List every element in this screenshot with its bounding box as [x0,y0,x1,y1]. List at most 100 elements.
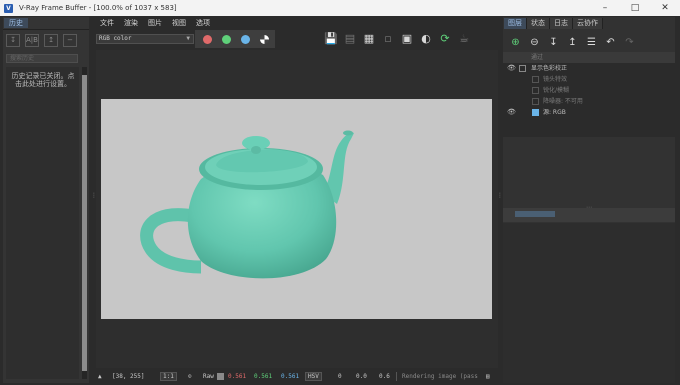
create-layer-icon[interactable]: ⊕ [509,36,522,49]
layer-toggle[interactable] [532,109,539,116]
menu-bar: 文件 渲染 图片 视图 选项 [94,17,499,29]
list-icon[interactable]: ☰ [585,36,598,49]
history-panel: 历史 ↧ A|B ↥ − 搜索历史 历史记录已关闭。点击此处进行设置。 [3,17,89,383]
status-bar: ▲ [38, 255] 1:1 ⊙ Raw 0.561 0.561 0.561 … [94,370,504,383]
render-status: Rendering image (pass [402,373,478,380]
layer-label: 镜头特效 [543,76,568,83]
color-channel-buttons [195,30,275,48]
layer-toggle[interactable] [532,87,539,94]
refresh-icon[interactable]: ⟳ [438,32,452,46]
history-list [6,67,79,379]
clear-icon[interactable]: ▤ [343,32,357,46]
divider [396,372,397,381]
blue-channel-button[interactable] [241,34,250,44]
render-toolbar-icons: 💾 ▤ ▦ ▫ ▣ ◐ ⟳ ☕ [324,32,471,46]
load-layer-icon[interactable]: ↥ [566,36,579,49]
window-title: V-Ray Frame Buffer - [100.0% of 1037 x 5… [19,4,177,12]
load-history-icon[interactable]: ↥ [44,34,58,47]
tab-cloud[interactable]: 云协作 [573,18,603,29]
undo-icon[interactable]: ↶ [604,36,617,49]
tab-log[interactable]: 日志 [550,18,573,29]
divider [3,29,89,30]
layer-toggle[interactable] [532,76,539,83]
link-icon[interactable]: ▫ [381,32,395,46]
compare-ab-icon[interactable]: A|B [25,34,39,47]
teapot-render-icon[interactable]: ☕ [457,32,471,46]
color-picker-icon[interactable]: ⊙ [188,372,192,381]
layer-label: 降噪器: 不可用 [543,98,583,105]
saturation-value: 0.0 [356,373,367,380]
layer-row[interactable]: 降噪器: 不可用 [503,96,675,107]
layer-row[interactable]: 镜头特效 [503,74,675,85]
teapot-render [140,130,354,279]
mono-display-icon[interactable] [260,34,269,44]
eye-icon[interactable]: 👁 [507,107,516,118]
pixel-coords: [38, 255] [112,373,145,380]
blue-value: 0.561 [281,373,300,380]
title-bar: V V-Ray Frame Buffer - [100.0% of 1037 x… [0,0,680,16]
history-search-input[interactable]: 搜索历史 [6,54,78,63]
main-toolbar: RGB color ▼ 💾 ▤ ▦ ▫ ▣ ◐ ⟳ ☕ [94,30,499,48]
eye-icon[interactable]: 👁 [507,63,516,74]
layer-toggle[interactable] [519,65,526,72]
green-value: 0.561 [254,373,273,380]
properties-thumbnail [515,211,555,217]
layers-toolbar: ⊕ ⊖ ↧ ↥ ☰ ↶ ↷ [509,36,636,49]
layer-properties [503,223,675,383]
log-icon[interactable]: ▤ [486,372,490,381]
track-mouse-icon[interactable]: ◐ [419,32,433,46]
window-controls: – □ ✕ [590,0,680,16]
remove-history-icon[interactable]: − [63,34,77,47]
maximize-icon[interactable]: □ [620,0,650,16]
red-channel-button[interactable] [203,34,212,44]
channel-select-value: RGB color [99,35,132,42]
scrollbar-thumb[interactable] [82,75,87,371]
vray-app-icon: V [4,3,13,13]
delete-layer-icon[interactable]: ⊖ [528,36,541,49]
green-channel-button[interactable] [222,34,231,44]
layer-label: 显示色彩校正 [531,65,568,72]
raw-label: Raw [203,373,214,380]
layer-tree: 通过 👁 显示色彩校正 镜头特效 锐化/模糊 降噪器: 不可用 👁 源: RGB [503,52,675,137]
raw-checkbox[interactable] [217,373,224,380]
chevron-down-icon: ▼ [186,35,190,42]
redo-icon[interactable]: ↷ [623,36,636,49]
hue-value: 0 [338,373,342,380]
history-disabled-notice[interactable]: 历史记录已关闭。点击此处进行设置。 [11,72,75,88]
tab-stats[interactable]: 状态 [527,18,550,29]
save-icon[interactable]: 💾 [324,32,338,46]
layer-row[interactable]: 👁 源: RGB [503,107,675,118]
layer-row[interactable]: 👁 显示色彩校正 [503,63,675,74]
color-mode-select[interactable]: HSV [305,372,322,381]
value-value: 0.6 [379,373,390,380]
layer-label: 源: RGB [543,109,566,116]
layer-row[interactable]: 通过 [503,52,675,63]
left-splitter-handle[interactable]: ⋮ [91,192,97,208]
save-history-icon[interactable]: ↧ [6,34,20,47]
right-splitter-handle[interactable]: ⋮ [497,192,503,208]
tab-layers[interactable]: 图层 [504,18,527,29]
history-toolbar: ↧ A|B ↥ − [6,34,77,47]
minimize-icon[interactable]: – [590,0,620,16]
zoom-select[interactable]: 1:1 [160,372,177,381]
menu-file[interactable]: 文件 [100,18,114,28]
right-panel-tabs: 图层 状态 日志 云协作 [504,18,603,29]
layer-toggle[interactable] [532,98,539,105]
layer-row[interactable]: 锐化/模糊 [503,85,675,96]
layer-label: 通过 [531,54,544,61]
menu-view[interactable]: 视图 [172,18,186,28]
zoom-icon[interactable]: ▣ [400,32,414,46]
channel-select[interactable]: RGB color ▼ [96,34,194,44]
region-render-icon[interactable]: ▦ [362,32,376,46]
rendered-image[interactable] [101,99,492,319]
save-layer-icon[interactable]: ↧ [547,36,560,49]
tab-history[interactable]: 历史 [4,18,28,28]
menu-render[interactable]: 渲染 [124,18,138,28]
history-scrollbar[interactable] [82,67,87,379]
menu-image[interactable]: 图片 [148,18,162,28]
close-icon[interactable]: ✕ [650,0,680,16]
layers-panel: 图层 状态 日志 云协作 ⊕ ⊖ ↧ ↥ ☰ ↶ ↷ 通过 👁 显示色彩校正 镜… [503,17,675,383]
layer-label: 锐化/模糊 [543,87,570,94]
cursor-icon: ▲ [98,373,102,380]
menu-options[interactable]: 选项 [196,18,210,28]
